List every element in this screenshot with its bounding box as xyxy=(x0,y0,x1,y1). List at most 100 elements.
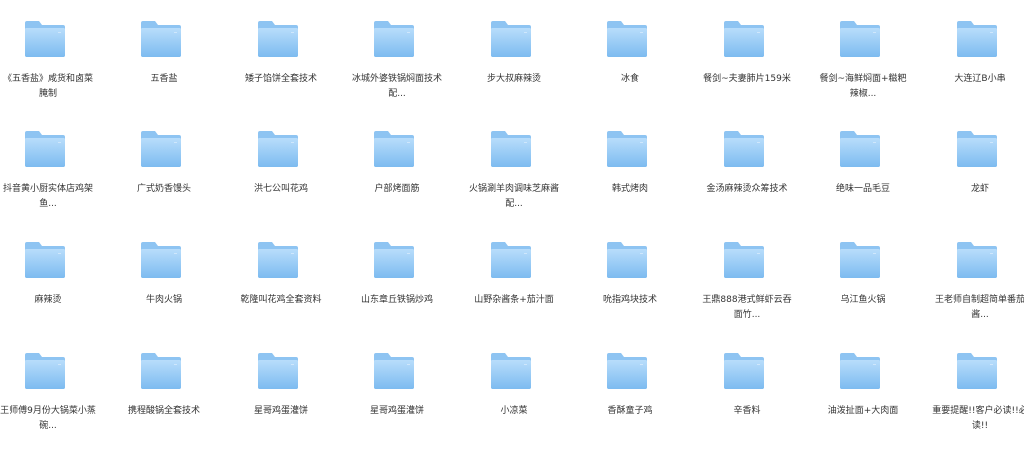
folder-item[interactable]: 麻辣烫 xyxy=(0,241,96,341)
folder-item[interactable]: 五香盐 xyxy=(116,20,212,120)
folder-label: 星哥鸡蛋灌饼 xyxy=(253,406,308,416)
folder-label: 牛肉火锅 xyxy=(145,295,182,305)
folder-item[interactable]: 王师傅9月份大锅菜小蒸碗... xyxy=(0,352,96,452)
folder-icon xyxy=(24,130,66,168)
folder-icon xyxy=(956,20,998,58)
folder-item[interactable]: 餐剑~夫妻肺片159米 xyxy=(699,20,795,120)
folder-icon xyxy=(606,130,648,168)
folder-icon xyxy=(373,20,415,58)
folder-label: 广式奶香馒头 xyxy=(136,184,191,194)
folder-icon xyxy=(606,241,648,279)
folder-icon xyxy=(839,20,881,58)
folder-label: 山东章丘铁锅炒鸡 xyxy=(360,295,433,305)
folder-icon xyxy=(24,20,66,58)
folder-label: 辛香料 xyxy=(733,406,761,416)
folder-item[interactable]: 龙虾 xyxy=(932,130,1024,230)
folder-label: 吮指鸡块技术 xyxy=(602,295,657,305)
folder-item[interactable]: 冰食 xyxy=(582,20,678,120)
folder-icon xyxy=(257,20,299,58)
folder-item[interactable]: 乾隆叫花鸡全套资料 xyxy=(233,241,329,341)
folder-icon xyxy=(490,20,532,58)
folder-item[interactable]: 广式奶香馒头 xyxy=(116,130,212,230)
folder-item[interactable]: 星哥鸡蛋灌饼 xyxy=(349,352,445,452)
folder-item[interactable]: 辛香料 xyxy=(699,352,795,452)
folder-item[interactable]: 韩式烤肉 xyxy=(582,130,678,230)
folder-item[interactable]: 冰城外婆铁锅焖面技术配... xyxy=(349,20,445,120)
folder-item[interactable]: 户部烤面筋 xyxy=(349,130,445,230)
folder-item[interactable]: 油泼扯面+大肉面 xyxy=(815,352,911,452)
folder-label: 金汤麻辣烫众筹技术 xyxy=(706,184,788,194)
folder-label: 户部烤面筋 xyxy=(374,184,420,194)
folder-label: 麻辣烫 xyxy=(34,295,62,305)
folder-item[interactable]: 大连辽B小串 xyxy=(932,20,1024,120)
folder-label: 五香盐 xyxy=(150,74,178,84)
folder-item[interactable]: 乌江鱼火锅 xyxy=(815,241,911,341)
folder-icon xyxy=(839,352,881,390)
folder-icon xyxy=(140,241,182,279)
folder-item[interactable]: 星哥鸡蛋灌饼 xyxy=(233,352,329,452)
folder-label: 抖音黄小厨实体店鸡架鱼... xyxy=(2,184,93,209)
folder-icon xyxy=(140,20,182,58)
folder-icon xyxy=(606,352,648,390)
folder-icon xyxy=(373,130,415,168)
folder-item[interactable]: 步大叔麻辣烫 xyxy=(466,20,562,120)
folder-label: 龙虾 xyxy=(970,184,989,194)
folder-label: 《五香盐》咸货和卤菜腌制 xyxy=(2,74,93,99)
folder-icon xyxy=(839,241,881,279)
folder-label: 大连辽B小串 xyxy=(954,74,1006,84)
folder-icon xyxy=(723,352,765,390)
folder-label: 乾隆叫花鸡全套资料 xyxy=(240,295,322,305)
folder-label: 山野杂酱条+茄汁面 xyxy=(474,295,554,305)
folder-icon xyxy=(956,241,998,279)
folder-label: 火锅涮羊肉调味芝麻酱配... xyxy=(468,184,559,209)
folder-icon xyxy=(956,130,998,168)
folder-icon xyxy=(373,241,415,279)
folder-icon xyxy=(723,20,765,58)
folder-item[interactable]: 金汤麻辣烫众筹技术 xyxy=(699,130,795,230)
folder-icon xyxy=(490,352,532,390)
folder-label: 洪七公叫花鸡 xyxy=(253,184,308,194)
folder-icon xyxy=(24,241,66,279)
folder-item[interactable]: 香酥童子鸡 xyxy=(582,352,678,452)
folder-label: 乌江鱼火锅 xyxy=(840,295,886,305)
folder-label: 小凉菜 xyxy=(500,406,528,416)
folder-icon xyxy=(839,130,881,168)
folder-item[interactable]: 山野杂酱条+茄汁面 xyxy=(466,241,562,341)
folder-item[interactable]: 餐剑~海鲜焖面+糍粑辣椒... xyxy=(815,20,911,120)
folder-item[interactable]: 火锅涮羊肉调味芝麻酱配... xyxy=(466,130,562,230)
folder-item[interactable]: 《五香盐》咸货和卤菜腌制 xyxy=(0,20,96,120)
folder-item[interactable]: 王鼎888港式鲜虾云吞面竹... xyxy=(699,241,795,341)
folder-label: 韩式烤肉 xyxy=(611,184,648,194)
folder-item[interactable]: 抖音黄小厨实体店鸡架鱼... xyxy=(0,130,96,230)
folder-label: 餐剑~夫妻肺片159米 xyxy=(703,74,791,84)
folder-label: 冰城外婆铁锅焖面技术配... xyxy=(351,74,442,99)
folder-item[interactable]: 携程酸锅全套技术 xyxy=(116,352,212,452)
folder-label: 绝味一品毛豆 xyxy=(835,184,890,194)
folder-item[interactable]: 牛肉火锅 xyxy=(116,241,212,341)
folder-icon xyxy=(723,241,765,279)
folder-item[interactable]: 王老师自制超简单番茄酱... xyxy=(932,241,1024,341)
folder-label: 星哥鸡蛋灌饼 xyxy=(369,406,424,416)
folder-item[interactable]: 绝味一品毛豆 xyxy=(815,130,911,230)
folder-label: 餐剑~海鲜焖面+糍粑辣椒... xyxy=(819,74,907,99)
folder-icon xyxy=(490,130,532,168)
folder-icon xyxy=(956,352,998,390)
folder-item[interactable]: 洪七公叫花鸡 xyxy=(233,130,329,230)
folder-item[interactable]: 吮指鸡块技术 xyxy=(582,241,678,341)
folder-item[interactable]: 山东章丘铁锅炒鸡 xyxy=(349,241,445,341)
folder-label: 冰食 xyxy=(620,74,639,84)
folder-icon xyxy=(257,352,299,390)
folder-label: 王师傅9月份大锅菜小蒸碗... xyxy=(0,406,96,431)
folder-label: 重要提醒!!客户必读!!必读!! xyxy=(932,406,1024,431)
folder-label: 王鼎888港式鲜虾云吞面竹... xyxy=(702,295,792,320)
folder-label: 矮子馅饼全套技术 xyxy=(244,74,317,84)
folder-item[interactable]: 小凉菜 xyxy=(466,352,562,452)
folder-label: 香酥童子鸡 xyxy=(607,406,653,416)
folder-item[interactable]: 矮子馅饼全套技术 xyxy=(233,20,329,120)
folder-icon xyxy=(490,241,532,279)
folder-label: 携程酸锅全套技术 xyxy=(127,406,200,416)
folder-icon xyxy=(140,130,182,168)
folder-icon xyxy=(257,241,299,279)
folder-item[interactable]: 重要提醒!!客户必读!!必读!! xyxy=(932,352,1024,452)
folder-label: 王老师自制超简单番茄酱... xyxy=(934,295,1024,320)
